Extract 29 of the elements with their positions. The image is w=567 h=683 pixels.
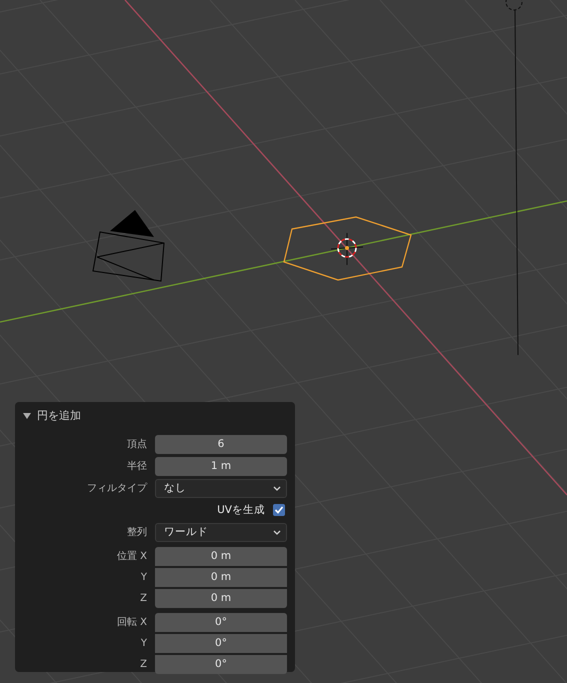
panel-title: 円を追加	[37, 408, 81, 423]
field-label: Y	[140, 572, 148, 582]
number-field[interactable]: 0 m	[155, 546, 287, 566]
checkbox[interactable]	[273, 504, 285, 516]
field-label: Z	[139, 658, 148, 670]
number-field[interactable]: 0 m	[155, 588, 287, 608]
field-label: Y	[140, 638, 148, 648]
panel-header[interactable]: 円を追加	[21, 405, 83, 426]
field-label: 整列	[126, 526, 148, 539]
chevron-down-icon	[273, 530, 281, 534]
number-field[interactable]: 0°	[155, 634, 287, 652]
3d-cursor-icon	[330, 232, 364, 266]
number-field[interactable]: 1 m	[155, 456, 287, 476]
number-field[interactable]: 6	[155, 434, 287, 454]
number-field[interactable]: 0°	[155, 612, 287, 632]
dropdown-value: なし	[164, 481, 186, 495]
field-label: フィルタイプ	[86, 482, 148, 495]
number-field[interactable]: 0 m	[155, 568, 287, 586]
checkbox-label: UVを生成	[217, 503, 265, 517]
field-label: 頂点	[126, 438, 148, 451]
field-label: 位置 X	[116, 550, 148, 563]
chevron-down-icon	[273, 486, 281, 490]
dropdown[interactable]: ワールド	[155, 522, 287, 542]
dropdown-value: ワールド	[164, 525, 208, 539]
field-label: 回転 X	[116, 616, 148, 629]
dropdown[interactable]: なし	[155, 478, 287, 498]
field-label: Z	[139, 592, 148, 604]
field-label: 半径	[126, 460, 148, 473]
number-field[interactable]: 0°	[155, 654, 287, 674]
